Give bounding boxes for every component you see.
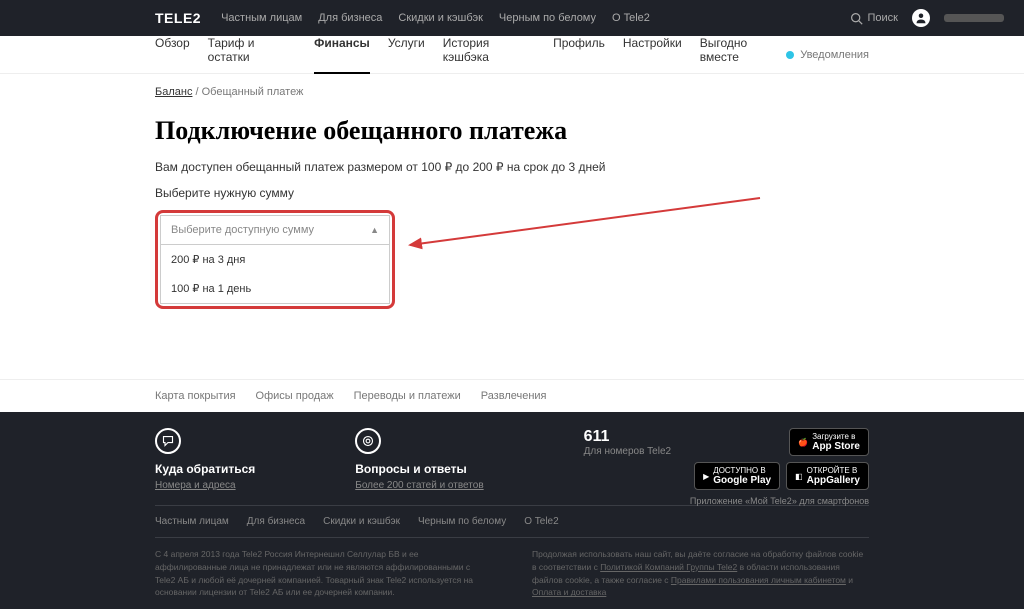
footer-link-payments[interactable]: Переводы и платежи (354, 390, 461, 402)
footer-phone: 611 Для номеров Tele2 (584, 428, 671, 491)
footer-bottom-nav: Частным лицам Для бизнеса Скидки и кэшбэ… (155, 505, 869, 527)
legal-link-payment[interactable]: Оплата и доставка (532, 587, 606, 597)
footer-links: Карта покрытия Офисы продаж Переводы и п… (0, 379, 1024, 412)
breadcrumb-sep: / (192, 86, 201, 98)
nav-about[interactable]: О Tele2 (612, 12, 650, 24)
sub-nav-items: Обзор Тариф и остатки Финансы Услуги Ист… (155, 36, 786, 74)
nav-blackwhite[interactable]: Черным по белому (499, 12, 596, 24)
subnav-overview[interactable]: Обзор (155, 36, 190, 74)
dropdown-options: 200 ₽ на 3 дня 100 ₽ на 1 день (160, 245, 390, 304)
faq-sub[interactable]: Более 200 статей и ответов (355, 480, 483, 491)
notification-dot-icon (786, 51, 794, 59)
subnav-together[interactable]: Выгодно вместе (700, 36, 787, 74)
footer-link-coverage[interactable]: Карта покрытия (155, 390, 236, 402)
footer-link-entertainment[interactable]: Развлечения (481, 390, 547, 402)
select-label: Выберите нужную сумму (155, 186, 869, 200)
subnav-cashback-history[interactable]: История кэшбэка (443, 36, 535, 74)
nav-business[interactable]: Для бизнеса (318, 12, 382, 24)
top-right: Поиск (850, 9, 1004, 27)
notifications-button[interactable]: Уведомления (786, 49, 869, 61)
lifebuoy-icon (355, 428, 381, 454)
apple-icon: 🍎 (798, 438, 808, 447)
footer-faq: Вопросы и ответы Более 200 статей и отве… (355, 428, 483, 491)
fnav-private[interactable]: Частным лицам (155, 516, 229, 527)
subnav-services[interactable]: Услуги (388, 36, 425, 74)
legal-link-policy[interactable]: Политикой Компаний Группы Tele2 (600, 562, 737, 572)
search-icon (850, 12, 863, 25)
dropdown-option-200[interactable]: 200 ₽ на 3 дня (161, 245, 389, 274)
contact-sub[interactable]: Номера и адреса (155, 480, 236, 491)
footer-columns: Куда обратиться Номера и адреса Вопросы … (155, 428, 869, 491)
sub-nav: Обзор Тариф и остатки Финансы Услуги Ист… (0, 36, 1024, 74)
footer-apps: 🍎 Загрузите вApp Store ▶ ДОСТУПНО ВGoogl… (690, 428, 869, 506)
logo[interactable]: TELE2 (155, 10, 201, 26)
legal-right: Продолжая использовать наш сайт, вы даёт… (532, 548, 869, 599)
subnav-settings[interactable]: Настройки (623, 36, 682, 74)
app-text: Приложение «Мой Tele2» для смартфонов (690, 496, 869, 506)
footer-contact: Куда обратиться Номера и адреса (155, 428, 255, 491)
nav-private[interactable]: Частным лицам (221, 12, 302, 24)
appgallery-icon: ◧ (795, 472, 803, 481)
main-content: Баланс / Обещанный платеж Подключение об… (0, 74, 1024, 309)
play-icon: ▶ (703, 472, 709, 481)
fnav-business[interactable]: Для бизнеса (247, 516, 305, 527)
contact-title: Куда обратиться (155, 462, 255, 476)
subnav-tariff[interactable]: Тариф и остатки (208, 36, 296, 74)
nav-cashback[interactable]: Скидки и кэшбэк (398, 12, 483, 24)
subnav-profile[interactable]: Профиль (553, 36, 605, 74)
fnav-cashback[interactable]: Скидки и кэшбэк (323, 516, 400, 527)
faq-title: Вопросы и ответы (355, 462, 483, 476)
appgallery-button[interactable]: ◧ ОТКРОЙТЕ ВAppGallery (786, 462, 869, 490)
footer-link-offices[interactable]: Офисы продаж (256, 390, 334, 402)
breadcrumb-link[interactable]: Баланс (155, 86, 192, 98)
dark-footer: Куда обратиться Номера и адреса Вопросы … (0, 412, 1024, 609)
fnav-blackwhite[interactable]: Черным по белому (418, 516, 506, 527)
amount-dropdown-highlight: Выберите доступную сумму ▲ 200 ₽ на 3 дн… (155, 210, 395, 309)
amount-dropdown[interactable]: Выберите доступную сумму ▲ (160, 215, 390, 245)
top-nav: Частным лицам Для бизнеса Скидки и кэшбэ… (221, 12, 849, 24)
user-name-placeholder (944, 14, 1004, 22)
breadcrumb-current: Обещанный платеж (202, 86, 304, 98)
top-header: TELE2 Частным лицам Для бизнеса Скидки и… (0, 0, 1024, 36)
notifications-label: Уведомления (800, 49, 869, 61)
search-label: Поиск (868, 12, 898, 24)
user-icon[interactable] (912, 9, 930, 27)
chevron-up-icon: ▲ (370, 225, 379, 235)
fnav-about[interactable]: О Tele2 (524, 516, 558, 527)
appstore-button[interactable]: 🍎 Загрузите вApp Store (789, 428, 869, 456)
footer-legal: С 4 апреля 2013 года Tele2 Россия Интерн… (155, 537, 869, 599)
phone-sub: Для номеров Tele2 (584, 446, 671, 457)
search-button[interactable]: Поиск (850, 12, 898, 25)
subnav-finance[interactable]: Финансы (314, 36, 370, 74)
phone-number: 611 (584, 428, 671, 446)
chat-icon (155, 428, 181, 454)
dropdown-placeholder: Выберите доступную сумму (171, 224, 314, 236)
breadcrumb: Баланс / Обещанный платеж (155, 86, 869, 98)
googleplay-button[interactable]: ▶ ДОСТУПНО ВGoogle Play (694, 462, 780, 490)
page-description: Вам доступен обещанный платеж размером о… (155, 160, 869, 174)
legal-link-rules[interactable]: Правилами пользования личным кабинетом (671, 575, 846, 585)
legal-left: С 4 апреля 2013 года Tele2 Россия Интерн… (155, 548, 492, 599)
dropdown-option-100[interactable]: 100 ₽ на 1 день (161, 274, 389, 303)
page-title: Подключение обещанного платежа (155, 116, 869, 146)
